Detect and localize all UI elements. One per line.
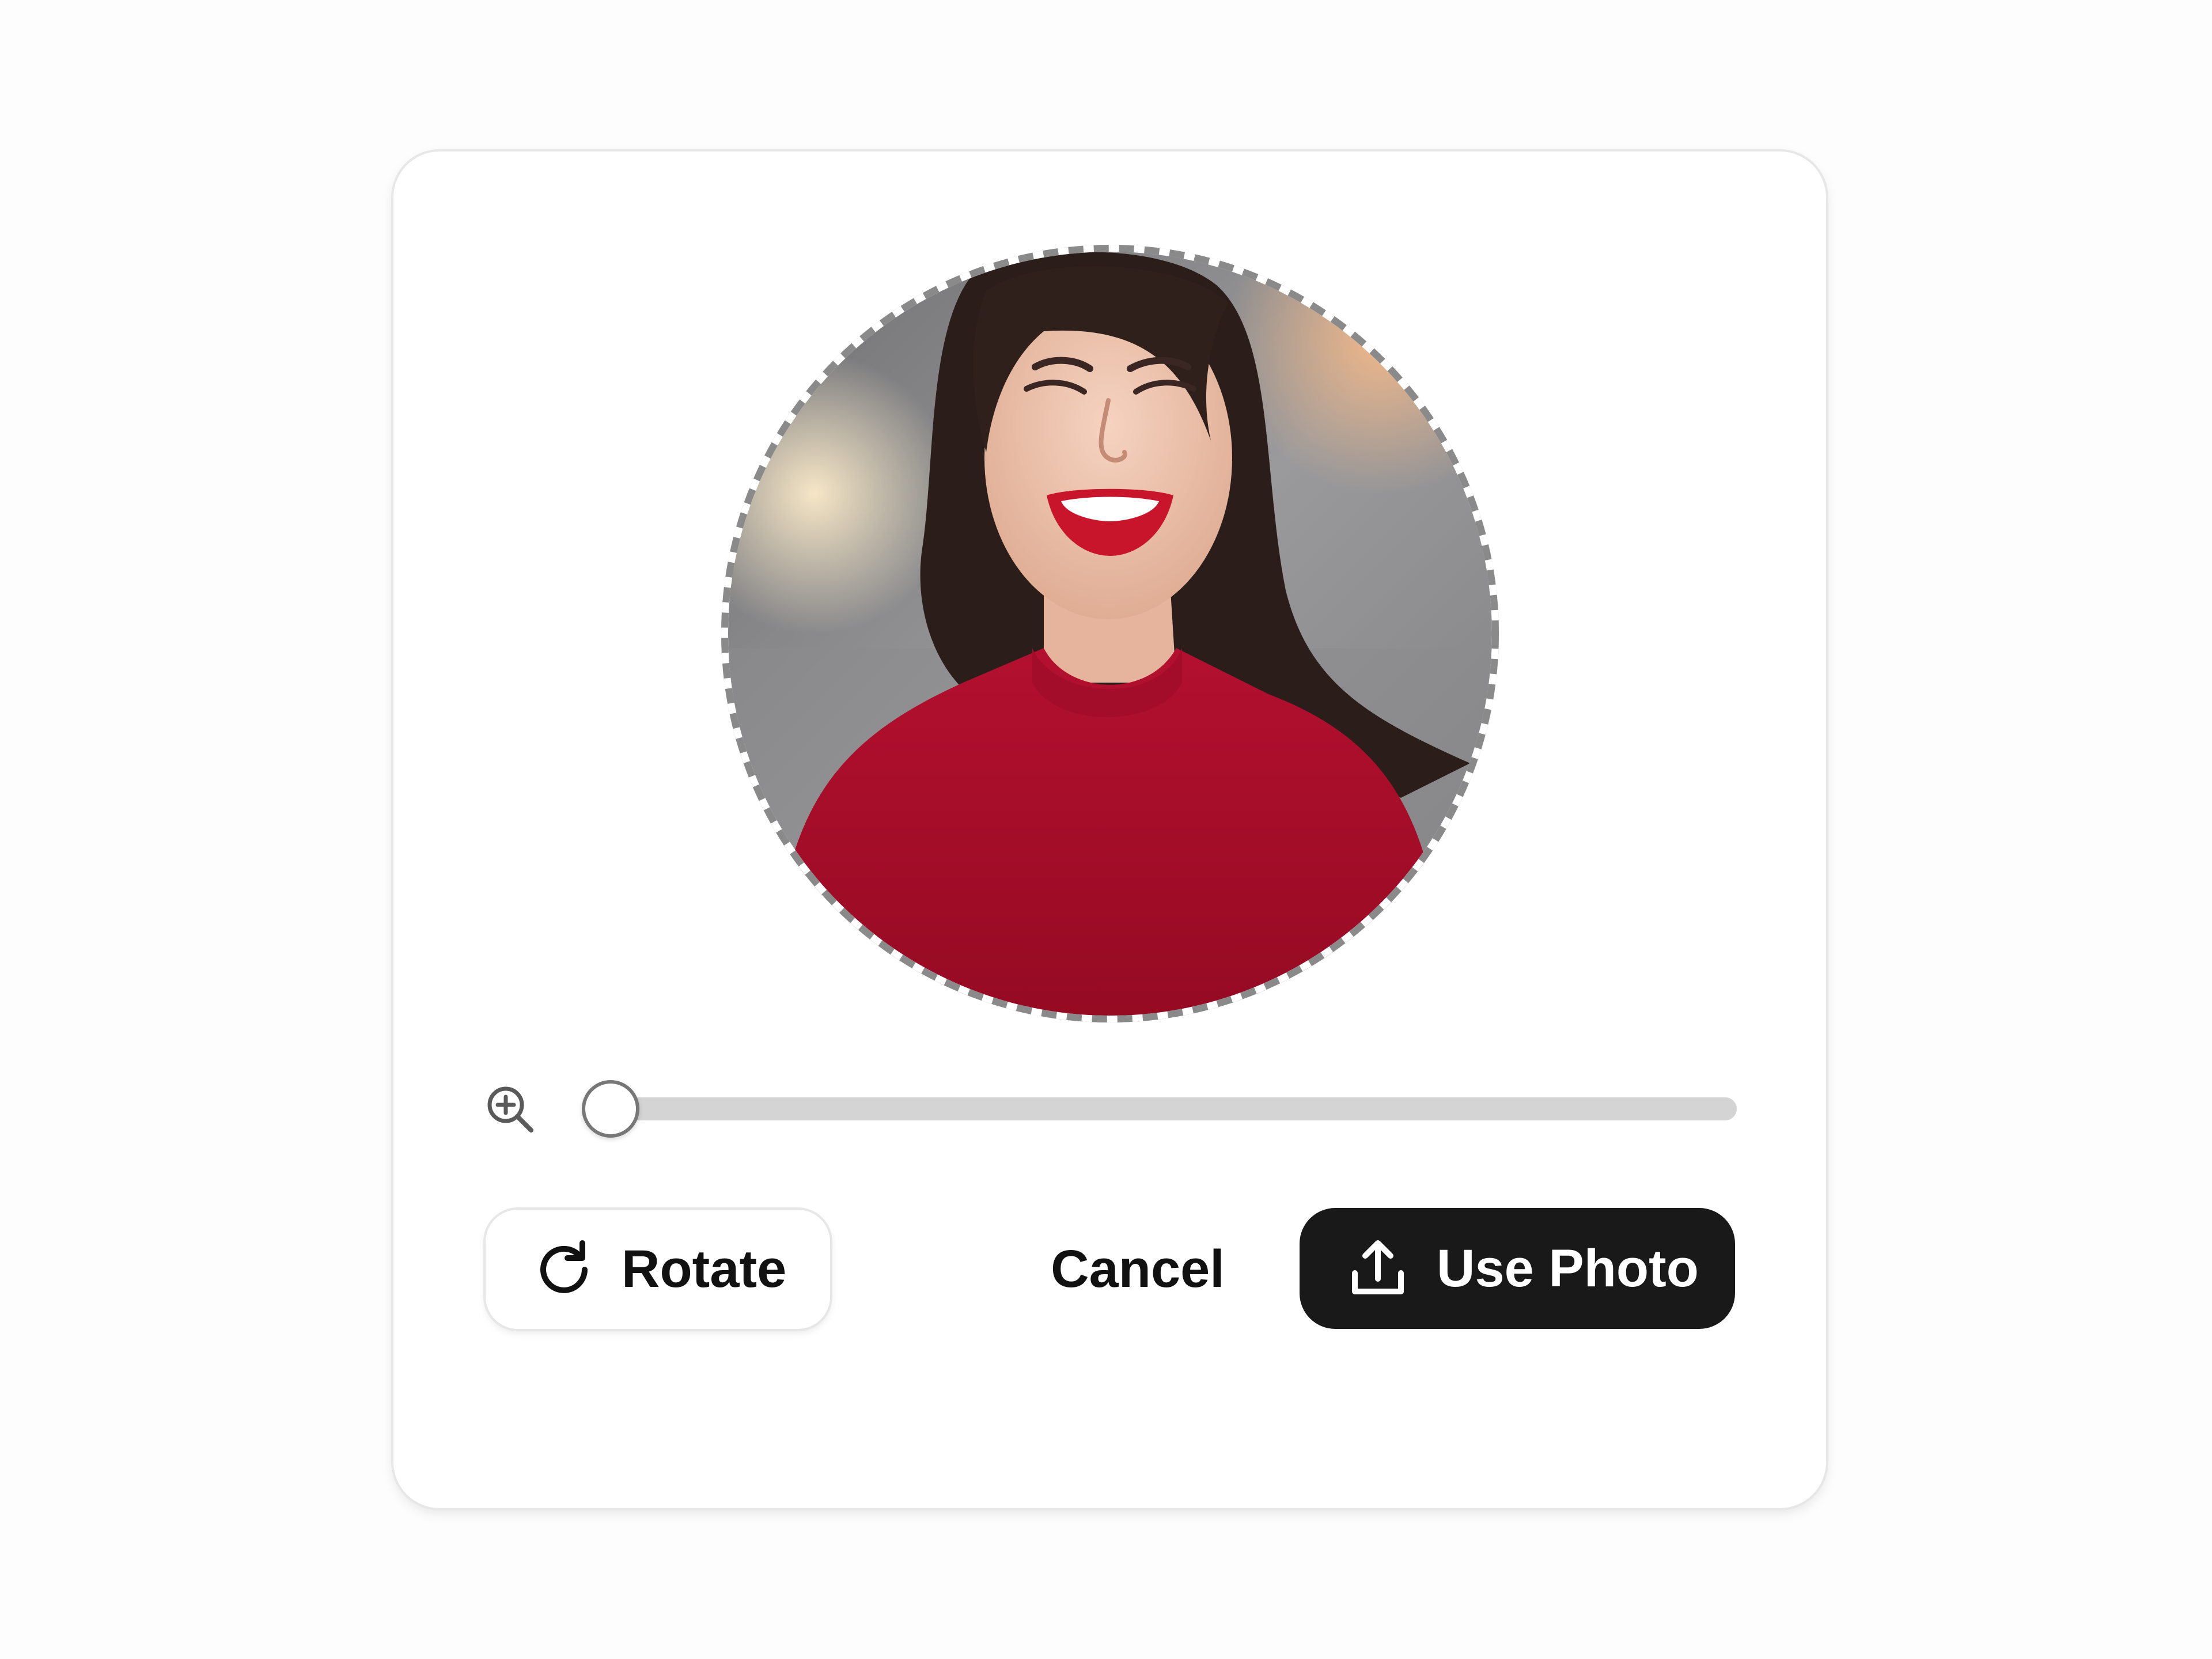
use-photo-button[interactable]: Use Photo bbox=[1300, 1208, 1735, 1329]
cancel-button[interactable]: Cancel bbox=[1031, 1210, 1244, 1329]
rotate-button-label: Rotate bbox=[622, 1240, 787, 1298]
zoom-slider-track[interactable] bbox=[611, 1097, 1737, 1120]
profile-photo bbox=[721, 245, 1499, 1022]
zoom-in-icon bbox=[487, 1086, 533, 1132]
profile-photo-preview[interactable] bbox=[721, 245, 1499, 1022]
upload-icon bbox=[1352, 1240, 1404, 1294]
use-photo-button-label: Use Photo bbox=[1437, 1238, 1699, 1298]
cancel-button-label: Cancel bbox=[1051, 1240, 1225, 1298]
rotate-button[interactable]: Rotate bbox=[486, 1210, 830, 1329]
zoom-slider-thumb[interactable] bbox=[582, 1080, 639, 1138]
rotate-clockwise-icon bbox=[540, 1240, 588, 1293]
zoom-slider[interactable] bbox=[582, 1080, 1737, 1138]
